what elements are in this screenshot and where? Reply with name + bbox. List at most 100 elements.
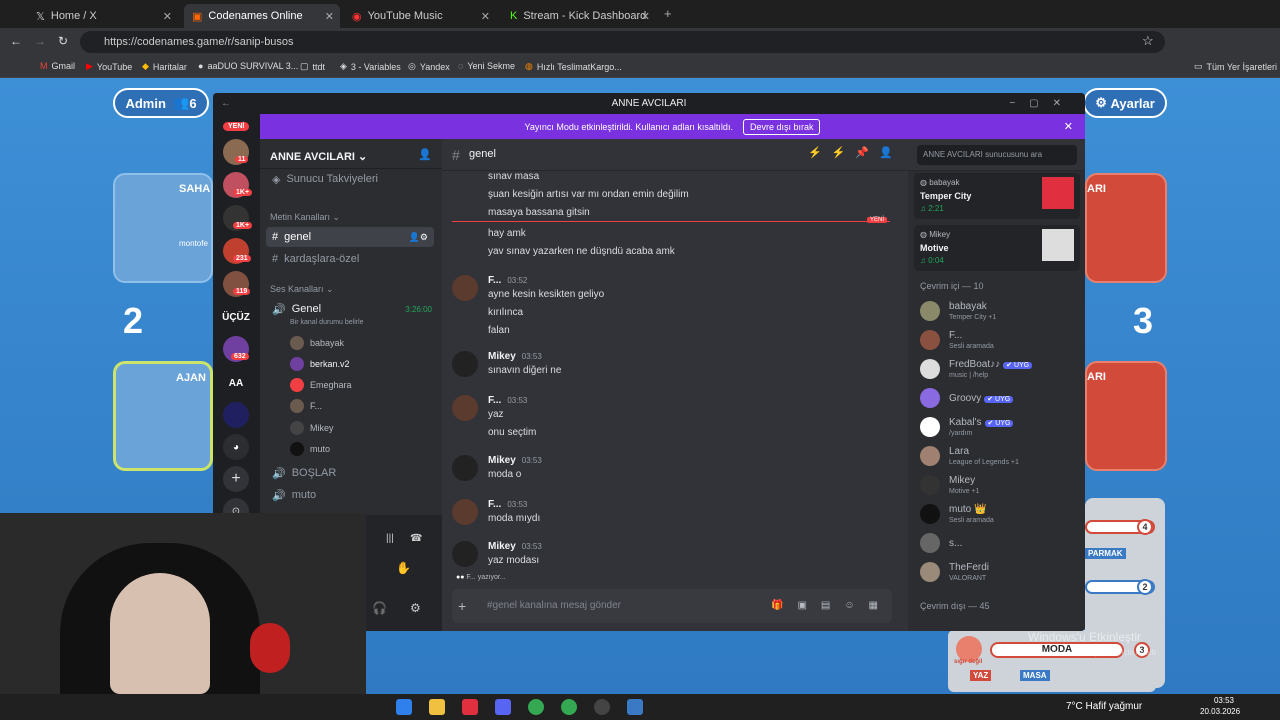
close-icon[interactable]: ✕ — [1064, 120, 1073, 133]
voice-user[interactable]: muto — [290, 442, 330, 456]
member[interactable]: F... Sesli aramada — [920, 328, 1080, 356]
address-bar: ← → ↻ https://codenames.game/r/sanip-bus… — [0, 28, 1280, 56]
boosts-item[interactable]: ◈ Sunucu Takviyeleri — [266, 169, 434, 189]
close-icon[interactable]: ✕ — [163, 10, 172, 23]
member[interactable]: Kabal's ✔ UYG/yardım — [920, 415, 1080, 443]
member[interactable]: babayak Temper City +1 — [920, 299, 1080, 327]
voice-channel[interactable]: 🔊 BOŞLAR — [266, 463, 434, 483]
app-icon[interactable] — [594, 699, 610, 715]
activity-icon[interactable]: ✋ — [396, 561, 411, 575]
message: F... 03:53 yaz onu seçtim — [488, 395, 537, 438]
member[interactable]: TheFerdi VALORANT — [920, 560, 1080, 588]
reload-icon[interactable]: ↻ — [58, 34, 68, 48]
voice-user[interactable]: Emeghara — [290, 378, 352, 392]
voice-status[interactable]: Bir kanal durumu belirle — [290, 319, 364, 326]
channel-list: ◈ Sunucu Takviyeleri Metin Kanalları ⌄ # g… — [260, 169, 442, 515]
bookmark[interactable]: ◎ Yandex — [408, 61, 450, 72]
add-server-icon[interactable]: + — [223, 466, 249, 492]
bookmark[interactable]: ◍ Hızlı TeslimatKargo... — [525, 61, 622, 72]
folder-icon[interactable] — [429, 699, 445, 715]
voice-channel-genel[interactable]: 🔊 Genel 3:26:00 — [266, 299, 434, 319]
discord-icon[interactable] — [495, 699, 511, 715]
star-icon[interactable]: ☆ — [1142, 33, 1154, 49]
voice-category[interactable]: Ses Kanalları ⌄ — [270, 284, 334, 295]
url-input[interactable]: https://codenames.game/r/sanip-busos — [80, 31, 1165, 53]
member[interactable]: muto 👑 Sesli aramada — [920, 502, 1080, 530]
message: Mikey 03:53 yaz modası — [488, 541, 542, 566]
window-controls[interactable]: −▢✕ — [1009, 93, 1075, 114]
member[interactable]: FredBoat♪♪ ✔ UYG music | /help — [920, 357, 1080, 385]
app-icon[interactable] — [627, 699, 643, 715]
add-icon[interactable]: + — [458, 598, 466, 614]
close-icon[interactable]: ✕ — [481, 10, 490, 23]
forward-icon[interactable]: → — [34, 34, 46, 48]
voice-user[interactable]: F... — [290, 399, 322, 413]
admin-button[interactable]: Admin 👥 6 — [113, 88, 209, 118]
tab-strip: 𝕏 Home / X ✕ ▣ Codenames Online ✕ ◉ YouTube M… — [0, 0, 1280, 28]
speaker-icon: 🔊 — [272, 467, 286, 480]
avatar — [452, 351, 478, 377]
member[interactable]: Mikey Motive +1 — [920, 473, 1080, 501]
tab-kick[interactable]: K Stream - Kick Dashboard ✕ — [502, 4, 656, 28]
bookmark[interactable]: ● aaDUO SURVIVAL 3... — [198, 61, 298, 71]
search-input[interactable]: ANNE AVCILARI sunucusunu ara — [917, 145, 1077, 165]
bookmark[interactable]: ◌ Yeni Sekme — [458, 61, 515, 71]
bookmark[interactable]: ◆ Haritalar — [142, 61, 187, 72]
gear-icon[interactable]: ⚙ — [410, 601, 421, 615]
blue-spymaster-card: SAHA montofe — [113, 173, 213, 283]
bookmark[interactable]: ◈ 3 - Variables — [340, 61, 401, 72]
gear-icon: ⚙ — [1095, 95, 1107, 110]
app-icon[interactable] — [396, 699, 412, 715]
chrome-icon[interactable] — [561, 699, 577, 715]
users-icon: 👥 — [173, 95, 190, 110]
close-icon[interactable]: ✕ — [325, 10, 334, 23]
server-icon[interactable]: ◕ — [223, 434, 249, 460]
red-score: 3 — [1133, 300, 1154, 341]
clock-date[interactable]: 20.03.2026 — [1200, 707, 1240, 716]
app-icon[interactable] — [462, 699, 478, 715]
disable-streamer-button[interactable]: Devre dışı bırak — [742, 118, 821, 135]
message-list: sınav masa şuan kesiğin artısı var mı ond… — [442, 171, 908, 589]
voice-user[interactable]: berkan.v2 — [290, 357, 350, 371]
all-bookmarks[interactable]: ▭ Tüm Yer İşaretleri — [1194, 61, 1277, 72]
text-category[interactable]: Metin Kanalları ⌄ — [270, 212, 340, 223]
back-icon[interactable]: ← — [10, 34, 22, 48]
bookmark[interactable]: ▶ YouTube — [86, 61, 132, 72]
disconnect-icon[interactable]: ☎ — [410, 533, 422, 544]
settings-button[interactable]: ⚙ Ayarlar — [1083, 88, 1167, 118]
activity-card[interactable]: ◍ babayak Temper City ♫ 2:21 — [914, 173, 1080, 219]
server-header[interactable]: ANNE AVCILARI ⌄ 👤 — [260, 139, 442, 169]
bookmark[interactable]: ▢ ttdt — [300, 61, 325, 72]
member[interactable]: Lara League of Legends +1 — [920, 444, 1080, 472]
activity-card[interactable]: ◍ Mikey Motive ♫ 0:04 — [914, 225, 1080, 271]
voice-user[interactable]: Mikey — [290, 421, 334, 435]
server-icon[interactable]: AA — [223, 370, 249, 396]
activation-watermark-sub: Windows'u etkinleştirmek için Ayarlar'a … — [1030, 648, 1156, 657]
new-tab-button[interactable]: + — [664, 6, 672, 21]
tab-x[interactable]: 𝕏 Home / X ✕ — [28, 4, 178, 28]
voice-waveform-icon[interactable]: ||| — [386, 533, 394, 544]
clock-time[interactable]: 03:53 — [1200, 696, 1234, 705]
chrome-icon[interactable] — [528, 699, 544, 715]
headset-icon[interactable]: 🎧 — [372, 601, 387, 615]
close-icon[interactable]: ✕ — [641, 10, 650, 23]
back-icon[interactable]: ← — [221, 93, 231, 114]
new-messages-divider — [452, 221, 890, 222]
header-tools-icon[interactable]: ⚡⚡📌👤 — [808, 146, 903, 159]
member[interactable]: Groovy ✔ UYG — [920, 386, 1080, 414]
avatar — [452, 541, 478, 567]
member[interactable]: s... — [920, 531, 1080, 559]
input-tools-icon[interactable]: 🎁▣▤☺▦ — [771, 600, 892, 611]
channel-genel[interactable]: # genel 👤⚙ — [266, 227, 434, 247]
voice-user[interactable]: babayak — [290, 336, 344, 350]
server-icon[interactable]: ÜÇÜZ — [222, 304, 250, 330]
weather[interactable]: 7°C Hafif yağmur — [1066, 701, 1142, 712]
server-icon[interactable] — [223, 402, 249, 428]
channel-kardaslara-ozel[interactable]: # kardaşlara-özel — [266, 249, 434, 269]
bookmark[interactable]: M Gmail — [40, 61, 75, 71]
tab-codenames[interactable]: ▣ Codenames Online ✕ — [184, 4, 340, 28]
message: hay amk yav sınav yazarken ne düşndü acab… — [488, 228, 675, 257]
voice-channel[interactable]: 🔊 muto — [266, 485, 434, 505]
avatar — [452, 395, 478, 421]
tab-youtube-music[interactable]: ◉ YouTube Music ✕ — [344, 4, 496, 28]
